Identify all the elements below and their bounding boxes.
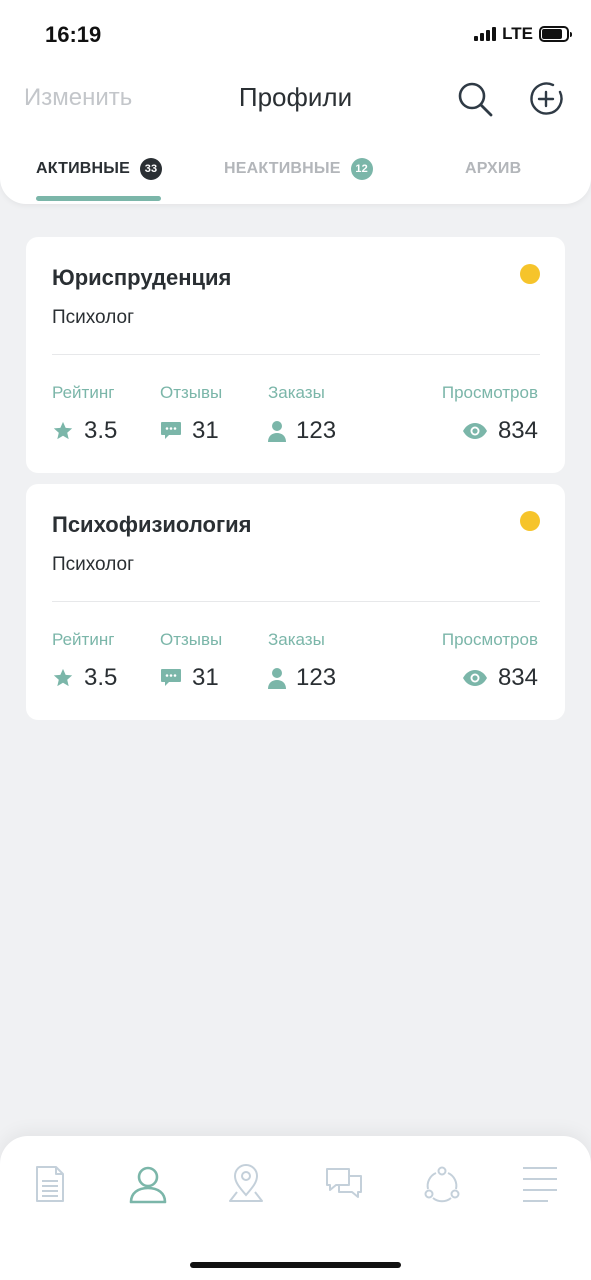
profile-title: Юриспруденция — [52, 265, 232, 290]
profile-tabs: АКТИВНЫЕ 33 НЕАКТИВНЫЕ 12 АРХИВ — [0, 150, 591, 204]
status-dot — [520, 511, 540, 531]
home-indicator — [190, 1262, 401, 1268]
battery-icon — [539, 26, 572, 42]
status-time: 16:19 — [45, 22, 102, 47]
top-panel: 16:19 LTE Изменить Профили АКТИВНЫЕ 33 Н… — [0, 0, 591, 204]
search-icon[interactable] — [456, 80, 494, 118]
stat-value: 31 — [192, 664, 219, 691]
person-icon — [268, 421, 286, 442]
comment-icon — [161, 669, 181, 686]
profile-subtitle: Психолог — [52, 554, 135, 575]
stat-label: Отзывы — [160, 630, 223, 649]
star-icon — [53, 668, 73, 687]
tab-label: АКТИВНЫЕ — [36, 160, 131, 177]
profile-icon[interactable] — [128, 1164, 168, 1204]
document-icon[interactable] — [30, 1164, 70, 1204]
tab-active-indicator — [36, 196, 161, 201]
status-dot — [520, 264, 540, 284]
stat-label: Просмотров — [441, 383, 538, 402]
tab-count-badge: 12 — [350, 158, 373, 180]
tab-inactive[interactable]: НЕАКТИВНЫЕ 12 — [224, 150, 373, 188]
location-icon[interactable] — [226, 1164, 266, 1204]
stat-value: 834 — [497, 664, 538, 691]
network-icon[interactable] — [422, 1164, 462, 1204]
chat-icon[interactable] — [324, 1164, 364, 1204]
stat-label: Рейтинг — [52, 630, 115, 649]
stat-views: Просмотров 834 — [442, 383, 538, 445]
eye-icon — [462, 423, 487, 439]
stat-label: Рейтинг — [52, 383, 115, 402]
profile-card[interactable]: Юриспруденция Психолог Рейтинг 3.5 Отзыв… — [26, 237, 565, 473]
tab-label: АРХИВ — [465, 160, 522, 177]
tab-archive[interactable]: АРХИВ — [465, 150, 521, 188]
divider — [52, 354, 540, 355]
page-title: Профили — [238, 82, 353, 112]
stat-rating: Рейтинг 3.5 — [52, 630, 117, 692]
stat-value: 834 — [497, 417, 538, 444]
stat-label: Заказы — [268, 383, 325, 402]
stat-reviews: Отзывы 31 — [160, 383, 222, 445]
status-indicators: LTE — [474, 24, 572, 44]
tab-label: НЕАКТИВНЫЕ — [224, 160, 341, 177]
comment-icon — [161, 422, 181, 439]
stat-value: 3.5 — [84, 417, 118, 444]
stat-value: 31 — [192, 417, 219, 444]
stat-reviews: Отзывы 31 — [160, 630, 222, 692]
stat-value: 3.5 — [84, 664, 118, 691]
stat-views: Просмотров 834 — [442, 630, 538, 692]
divider — [52, 601, 540, 602]
stat-rating: Рейтинг 3.5 — [52, 383, 117, 445]
bottom-nav — [0, 1136, 591, 1280]
stat-label: Заказы — [268, 630, 325, 649]
tab-active[interactable]: АКТИВНЫЕ 33 — [36, 150, 163, 188]
profile-subtitle: Психолог — [52, 307, 135, 328]
person-icon — [268, 668, 286, 689]
star-icon — [53, 421, 73, 440]
stat-value: 123 — [296, 664, 337, 691]
stat-orders: Заказы 123 — [268, 383, 336, 445]
signal-icon — [474, 27, 497, 41]
eye-icon — [462, 670, 487, 686]
profile-card[interactable]: Психофизиология Психолог Рейтинг 3.5 Отз… — [26, 484, 565, 720]
stat-label: Просмотров — [441, 630, 538, 649]
profile-title: Психофизиология — [52, 512, 252, 537]
stat-orders: Заказы 123 — [268, 630, 336, 692]
network-label: LTE — [502, 24, 533, 43]
stat-value: 123 — [296, 417, 337, 444]
tab-count-badge: 33 — [140, 158, 163, 180]
add-profile-icon[interactable] — [527, 80, 565, 118]
stat-label: Отзывы — [160, 383, 223, 402]
menu-icon[interactable] — [520, 1164, 560, 1204]
status-bar: 16:19 LTE — [0, 0, 591, 70]
